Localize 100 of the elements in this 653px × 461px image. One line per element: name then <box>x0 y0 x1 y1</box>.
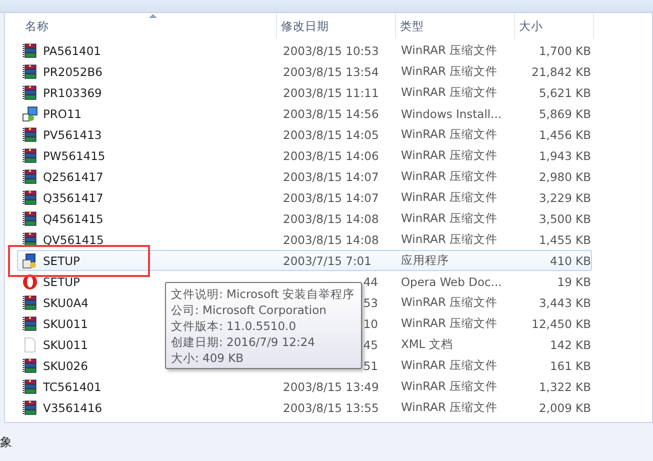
type-cell: Windows Install... <box>401 106 502 120</box>
installer-icon <box>22 106 38 122</box>
sort-arrow-icon <box>148 14 156 18</box>
date-cell: 2003/8/15 11:11 <box>283 86 379 100</box>
date-cell: 10 <box>363 316 378 330</box>
date-cell: 2003/8/15 10:53 <box>283 44 379 58</box>
file-name: TC561401 <box>43 380 102 394</box>
column-header[interactable]: 类型 <box>396 13 515 39</box>
type-cell: WinRAR 压缩文件 <box>401 148 498 163</box>
archive-icon <box>22 42 38 58</box>
type-cell: WinRAR 压缩文件 <box>401 358 498 373</box>
archive-icon <box>22 294 38 310</box>
size-cell: 21,842 KB <box>532 64 591 78</box>
date-cell: 2003/8/15 13:55 <box>283 400 379 414</box>
file-name: PW561415 <box>43 148 106 162</box>
file-name: Q2561417 <box>43 170 104 184</box>
file-name: SKU011 <box>43 338 88 352</box>
size-cell: 5,869 KB <box>538 106 591 120</box>
date-cell: 2003/7/15 7:01 <box>283 254 372 268</box>
type-cell: WinRAR 压缩文件 <box>401 85 498 100</box>
type-cell: WinRAR 压缩文件 <box>401 64 498 79</box>
type-cell: XML 文档 <box>401 337 453 352</box>
date-cell: 2003/8/15 14:06 <box>283 148 379 162</box>
type-cell: Opera Web Doc... <box>401 274 502 288</box>
file-name: PR103369 <box>43 86 102 100</box>
size-cell: 161 KB <box>550 358 591 372</box>
file-name: SKU026 <box>43 358 88 372</box>
type-cell: WinRAR 压缩文件 <box>401 316 498 331</box>
type-cell: WinRAR 压缩文件 <box>401 169 498 184</box>
type-cell: WinRAR 压缩文件 <box>401 127 498 142</box>
archive-icon <box>22 232 38 248</box>
date-cell: 2003/8/15 14:56 <box>283 106 379 120</box>
date-cell: 2003/8/15 14:08 <box>283 212 379 226</box>
archive-icon <box>22 400 38 416</box>
file-name: SKU0A4 <box>43 296 88 310</box>
file-name: SETUP <box>43 274 80 288</box>
size-cell: 2,980 KB <box>538 170 591 184</box>
date-cell: 2003/8/15 14:08 <box>283 232 379 246</box>
size-cell: 410 KB <box>550 254 591 268</box>
size-cell: 3,229 KB <box>538 190 591 204</box>
size-cell: 1,322 KB <box>538 380 591 394</box>
type-cell: WinRAR 压缩文件 <box>401 211 498 226</box>
file-name: QV561415 <box>43 232 104 246</box>
date-cell: 51 <box>363 358 378 372</box>
archive-icon <box>22 190 38 206</box>
file-name: PRO11 <box>43 106 82 120</box>
tooltip-line: 公司: Microsoft Corporation <box>171 302 328 318</box>
archive-icon <box>22 358 38 374</box>
archive-icon <box>22 378 38 394</box>
archive-icon <box>22 168 38 184</box>
size-cell: 3,443 KB <box>538 296 591 310</box>
date-cell: 44 <box>363 274 378 288</box>
type-cell: 应用程序 <box>401 253 449 268</box>
date-cell: 2003/8/15 14:07 <box>283 190 379 204</box>
size-cell: 1,943 KB <box>538 148 591 162</box>
size-cell: 1,700 KB <box>538 44 591 58</box>
file-name: PA561401 <box>43 44 101 58</box>
archive-icon <box>22 148 38 164</box>
file-name: PV561413 <box>43 128 102 142</box>
file-name: SKU011 <box>43 316 88 330</box>
file-name: Q3561417 <box>43 190 104 204</box>
status-text: 象 <box>0 434 12 451</box>
date-cell: 2003/8/15 14:07 <box>283 170 379 184</box>
type-cell: WinRAR 压缩文件 <box>401 43 498 58</box>
file-name: SETUP <box>43 254 80 268</box>
document-icon <box>22 336 38 352</box>
file-row[interactable]: SETUP 2003/7/15 7:01 应用程序 410 KB <box>17 250 592 271</box>
tooltip-line: 文件版本: 11.0.5510.0 <box>171 318 298 334</box>
type-cell: WinRAR 压缩文件 <box>401 295 498 310</box>
date-cell: 45 <box>363 338 378 352</box>
size-cell: 142 KB <box>550 338 591 352</box>
archive-icon <box>22 316 38 332</box>
column-header[interactable]: 大小 <box>515 13 594 39</box>
type-cell: WinRAR 压缩文件 <box>401 190 498 205</box>
column-header[interactable]: 修改日期 <box>277 13 396 39</box>
file-name: Q4561415 <box>43 212 104 226</box>
file-name: V3561416 <box>43 400 102 414</box>
column-header[interactable]: 名称 <box>21 13 277 39</box>
size-cell: 5,621 KB <box>538 86 591 100</box>
date-cell: 53 <box>363 296 378 310</box>
date-cell: 2003/8/15 13:54 <box>283 64 379 78</box>
file-name: PR2052B6 <box>43 64 102 78</box>
tooltip-line: 文件说明: Microsoft 安装自举程序 <box>171 286 356 302</box>
type-cell: WinRAR 压缩文件 <box>401 379 498 394</box>
size-cell: 19 KB <box>557 274 591 288</box>
opera-icon <box>22 274 38 290</box>
date-cell: 2003/8/15 14:05 <box>283 128 379 142</box>
tooltip-line: 创建日期: 2016/7/9 12:24 <box>171 334 316 350</box>
archive-icon <box>22 210 38 226</box>
size-cell: 12,450 KB <box>532 316 591 330</box>
tooltip-line: 大小: 409 KB <box>171 350 245 366</box>
archive-icon <box>22 84 38 100</box>
setup-icon <box>22 252 38 268</box>
archive-icon <box>22 64 38 80</box>
size-cell: 1,455 KB <box>538 232 591 246</box>
size-cell: 1,456 KB <box>538 128 591 142</box>
size-cell: 2,009 KB <box>538 400 591 414</box>
type-cell: WinRAR 压缩文件 <box>401 400 498 415</box>
archive-icon <box>22 126 38 142</box>
type-cell: WinRAR 压缩文件 <box>401 232 498 247</box>
